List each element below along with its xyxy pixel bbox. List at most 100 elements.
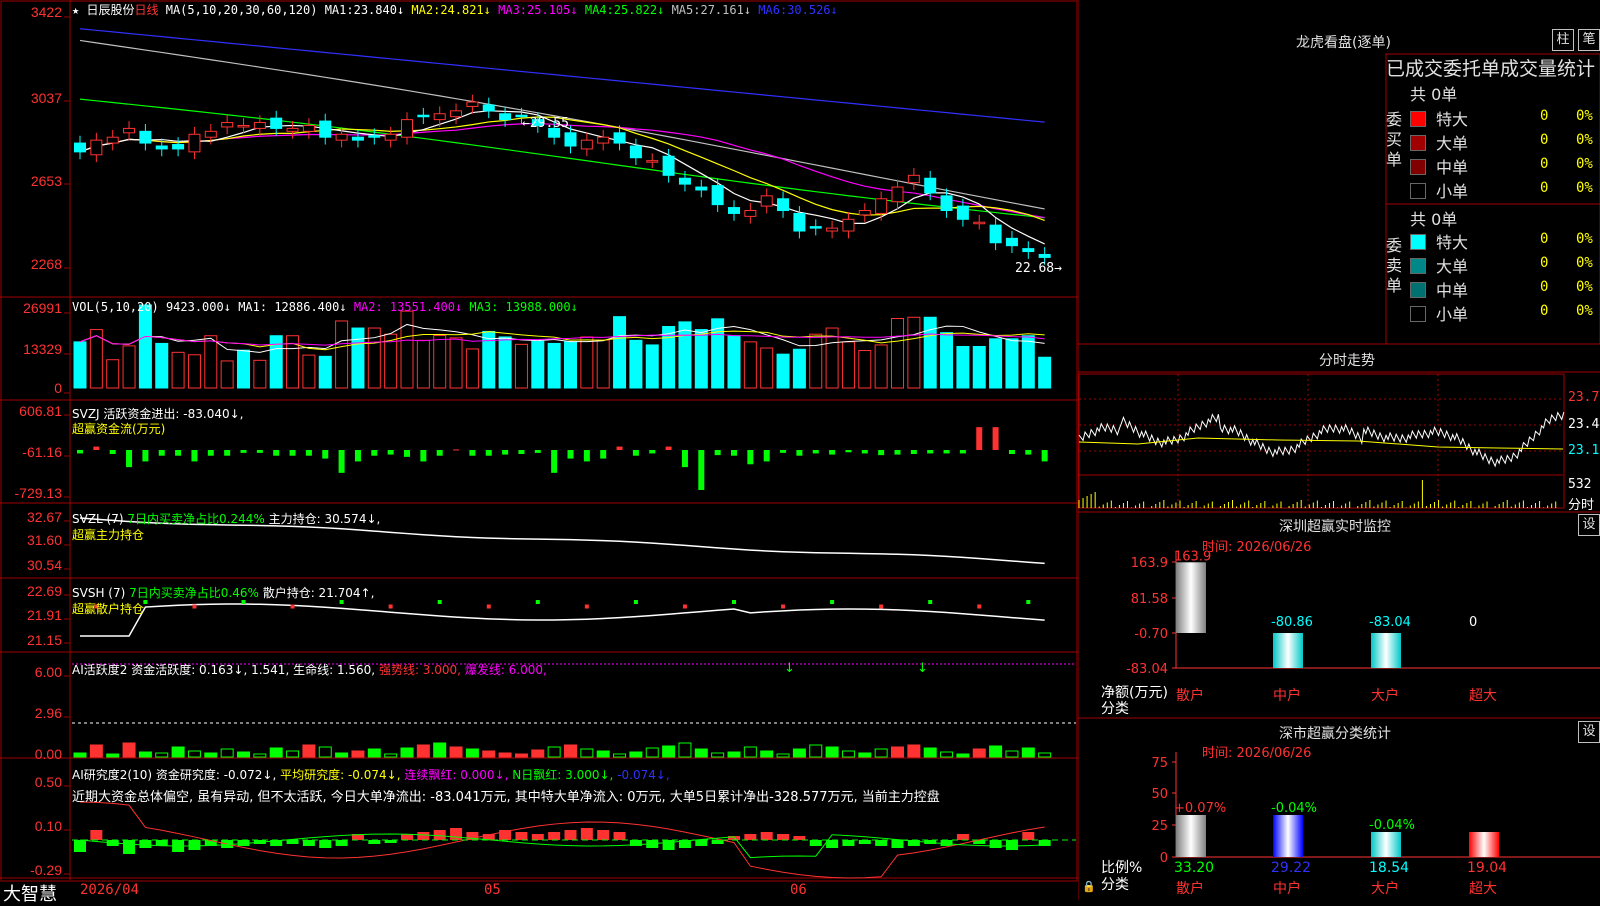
candle-body — [319, 120, 332, 138]
candle-body — [842, 218, 855, 232]
candle-body — [368, 135, 381, 138]
y-tick-label: 2653 — [30, 173, 62, 189]
volume-bar — [989, 338, 1003, 389]
research-bar — [515, 832, 528, 840]
activity-bar — [727, 751, 741, 758]
capital-flow-bar — [714, 450, 721, 456]
candle-body — [760, 195, 773, 207]
ma4-name: MA4: — [584, 3, 614, 17]
star-icon[interactable]: ★ — [72, 3, 79, 17]
activity-bar — [531, 749, 545, 758]
volume-bar — [237, 349, 250, 389]
x-axis-label: 05 — [484, 882, 501, 898]
ma3-name: MA3: — [498, 3, 528, 17]
volume-bar — [498, 336, 512, 389]
capital-flow-bar — [158, 450, 165, 456]
period-label[interactable]: 日线 — [134, 3, 158, 17]
y-tick-label: 0.50 — [34, 774, 62, 790]
candle-body — [646, 160, 659, 163]
research-bar — [826, 840, 839, 848]
svsh-label: SVSH (7) — [72, 586, 126, 600]
research-bar — [760, 832, 773, 840]
activity-bar — [858, 752, 872, 758]
y-tick-label: -61.16 — [22, 444, 62, 460]
capital-flow-bar — [747, 450, 754, 465]
y-tick-label: 3037 — [30, 90, 62, 106]
volume-bar — [400, 310, 414, 389]
candle-body — [123, 127, 136, 134]
research-bar — [319, 840, 332, 848]
y-tick-label: -0.29 — [30, 862, 62, 878]
candle-body — [793, 212, 806, 232]
activity-bar — [237, 751, 250, 758]
monitor-bar — [1176, 562, 1206, 633]
research-bar — [417, 832, 430, 840]
svsh-subtitle: 超赢散户持仓 — [72, 602, 145, 616]
main-header: ★ 日辰股份日线 MA(5,10,20,30,60,120) MA1:23.84… — [72, 1, 838, 18]
capital-flow-bar — [1008, 450, 1015, 454]
capital-flow-bar — [812, 450, 819, 454]
capital-flow-bar — [600, 450, 607, 459]
volume-bar — [907, 316, 921, 389]
capital-flow-bar — [191, 450, 198, 462]
ma6-line — [79, 28, 1045, 123]
candle-body — [106, 136, 119, 144]
ma3-value: 25.105↓ — [527, 3, 578, 17]
class-y-tick: 75 — [1151, 756, 1168, 771]
candle-body — [401, 119, 413, 138]
capital-flow-bar — [453, 449, 460, 451]
volume-bar — [1005, 338, 1019, 389]
svzl-subtitle: 超赢主力持仓 — [72, 528, 145, 542]
ai-research-nred: N日飘红: 3.000↓, — [512, 768, 614, 782]
y-tick-label: 21.91 — [26, 607, 62, 623]
volume-bar — [253, 359, 267, 389]
ma6-value: 30.526↓ — [787, 3, 838, 17]
ai-active-burst: 爆发线: 6.000, — [464, 663, 547, 677]
retail-position-marker — [732, 600, 736, 604]
signal-arrow: ↓ — [784, 661, 795, 676]
ai-research-label: AI研究度2(10) — [72, 768, 153, 782]
volume-bar — [956, 345, 970, 389]
capital-flow-bar — [976, 427, 983, 450]
candle-body — [155, 145, 168, 150]
activity-bar — [138, 751, 152, 758]
research-bar — [139, 840, 152, 848]
retail-position-marker — [535, 600, 540, 604]
capital-flow-bar — [534, 450, 541, 453]
capital-flow-bar — [126, 450, 133, 468]
volume-bar — [792, 348, 806, 389]
ma2-name: MA2: — [411, 3, 441, 17]
ai-research-avg: 平均研究度: -0.074↓, — [280, 768, 401, 782]
candle-body — [826, 227, 839, 232]
capital-flow-bar — [583, 450, 590, 462]
activity-bar — [400, 747, 414, 758]
activity-bar — [613, 753, 627, 758]
candle-body — [564, 132, 577, 147]
volume-bar — [678, 321, 692, 389]
volume-bar — [940, 332, 954, 389]
activity-bar — [416, 744, 430, 758]
retail-position-marker — [781, 604, 786, 609]
capital-flow-bar — [256, 450, 263, 453]
research-bar — [777, 834, 790, 840]
research-bar — [531, 834, 544, 840]
capital-flow-bar — [665, 446, 672, 450]
activity-bar — [841, 750, 855, 758]
volume-bar — [1038, 356, 1052, 389]
volume-bar — [1021, 335, 1035, 389]
retail-position-marker — [977, 604, 982, 609]
volume-bar — [204, 335, 218, 389]
class-value-label: 19.04 — [1467, 860, 1507, 876]
volume-bar — [187, 354, 201, 389]
activity-bar — [465, 748, 479, 758]
y-tick-label: 2268 — [30, 256, 62, 272]
capital-flow-bar — [551, 450, 558, 473]
right-charts: 163.9 81.58 -0.70 -83.04 163.9 散户 -80.86 中户 -83.… — [1078, 0, 1600, 900]
class-category-label: 大户 — [1371, 880, 1399, 897]
candle-body — [270, 117, 283, 129]
kline-chart-area[interactable]: ↓ ↓ — [0, 0, 1078, 882]
activity-bar — [564, 744, 577, 758]
volume-bar — [580, 336, 594, 389]
ai-active-header: AI活跃度2 资金活跃度: 0.163↓, 1.541, 生命线: 1.560,… — [72, 661, 547, 678]
capital-flow-bar — [878, 450, 885, 456]
